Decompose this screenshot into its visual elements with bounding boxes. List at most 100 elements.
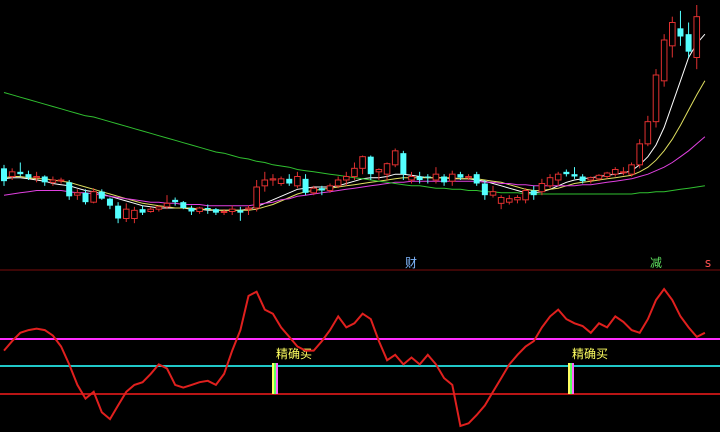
candle-body (25, 174, 32, 178)
marker-cai: 财 (405, 256, 417, 270)
candle-body (155, 206, 163, 210)
candle-body (457, 174, 464, 178)
candle-body (603, 172, 611, 177)
candle-body (106, 198, 113, 206)
candle (660, 34, 668, 87)
candle-body (49, 179, 57, 183)
signal-bar (570, 363, 572, 394)
candle-body (41, 176, 48, 183)
candle-body (554, 173, 562, 181)
candle-body (375, 169, 383, 173)
candle (391, 148, 399, 168)
candle-body (261, 179, 269, 187)
candle-body (522, 190, 529, 201)
candle-body (90, 191, 97, 203)
candle-body (514, 197, 521, 201)
candle-body (351, 167, 358, 177)
candle-body (530, 190, 537, 196)
candle-body (131, 209, 138, 219)
candle (180, 201, 187, 210)
candle (652, 69, 660, 128)
candle (636, 139, 644, 169)
candle-body (669, 22, 676, 47)
candle-body (172, 199, 179, 203)
candle-body (571, 174, 578, 177)
signal-label: 精确买 (572, 347, 608, 361)
candle-body (228, 208, 236, 213)
candle-body (546, 177, 554, 187)
candle-body (367, 156, 374, 175)
candle-body (448, 173, 456, 182)
candle-body (310, 187, 317, 194)
candle-body (163, 202, 171, 208)
candle-body (579, 176, 586, 182)
candle-body (685, 34, 692, 52)
candle-body (595, 174, 603, 180)
signal-bar (568, 363, 570, 394)
chart-background (0, 0, 720, 432)
candle-body (693, 16, 701, 58)
candle-body (204, 208, 211, 210)
candle-body (74, 192, 81, 196)
marker-s: s (705, 256, 711, 270)
stock-chart: 财 减 s 精确买 精确买 (0, 0, 720, 432)
candle-body (17, 171, 24, 175)
candle-body (334, 179, 342, 187)
candle-body (1, 168, 7, 182)
candle-body (294, 176, 301, 187)
candle-body (652, 74, 660, 123)
candle-body (122, 208, 130, 220)
candle-body (57, 179, 65, 182)
candle-body (628, 164, 635, 175)
candle-body (441, 176, 448, 183)
signal-bar (272, 363, 274, 394)
candle-body (66, 182, 73, 197)
candle-body (343, 176, 350, 181)
candle-body (473, 174, 480, 184)
signal-bar (276, 363, 278, 394)
signal-bar (572, 363, 574, 394)
candle-body (424, 176, 431, 178)
candle-body (115, 205, 122, 219)
candle-body (212, 209, 219, 213)
candle-body (147, 208, 154, 213)
candle-body (636, 143, 644, 166)
candle-body (620, 171, 627, 174)
candle-body (326, 185, 334, 191)
candle-body (432, 173, 440, 181)
candle-body (538, 183, 546, 193)
candle-body (677, 28, 684, 37)
candle-body (8, 171, 16, 177)
candle-body (139, 209, 146, 213)
candle-body (489, 191, 497, 196)
candle-body (481, 183, 488, 196)
candle-body (180, 202, 187, 208)
candle-body (400, 153, 407, 175)
candle-body (563, 171, 570, 175)
candle-body (644, 121, 652, 145)
candle-body (391, 150, 399, 166)
candle-body (196, 207, 203, 212)
signal-bar (274, 363, 276, 394)
candle-body (98, 191, 105, 199)
candle-body (245, 207, 252, 210)
candle-body (359, 156, 366, 169)
candle-body (33, 176, 40, 179)
candle-body (416, 176, 423, 180)
candle-body (587, 177, 595, 181)
marker-jian: 减 (650, 256, 662, 270)
candle-body (253, 186, 260, 209)
candle-body (611, 169, 619, 175)
candle-body (269, 178, 277, 181)
candle-body (383, 163, 391, 175)
candle-body (318, 188, 325, 191)
candle-body (82, 192, 89, 203)
candle-body (408, 176, 415, 181)
candle-body (506, 198, 513, 203)
candle-body (220, 211, 228, 213)
candle-body (302, 178, 309, 193)
candle-body (660, 39, 668, 82)
candle (628, 162, 635, 177)
candle-body (286, 178, 293, 184)
candle-body (465, 176, 472, 179)
